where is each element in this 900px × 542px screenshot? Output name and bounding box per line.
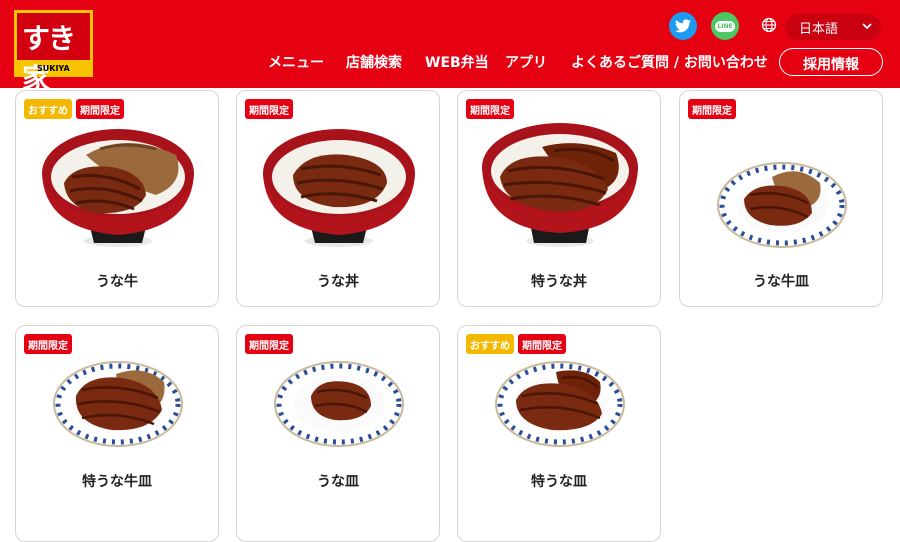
- tag-group: 期間限定: [245, 99, 293, 119]
- menu-item-name: うな牛: [96, 274, 138, 290]
- nav-web-bento[interactable]: WEB弁当: [425, 52, 489, 72]
- limited-tag: 期間限定: [245, 334, 293, 354]
- sukiya-logo[interactable]: すき家 SUKIYA: [14, 10, 93, 95]
- line-label: LINE: [715, 20, 735, 32]
- nav-faq-contact[interactable]: よくあるご質問 / お問い合わせ: [571, 52, 768, 72]
- menu-item-name: 特うな牛皿: [82, 474, 152, 490]
- logo-subtext: SUKIYA: [37, 64, 70, 73]
- menu-card[interactable]: 期間限定 うな皿: [236, 325, 440, 542]
- menu-card[interactable]: 期間限定 うな丼: [236, 90, 440, 307]
- recommend-tag: おすすめ: [466, 334, 514, 354]
- menu-card[interactable]: 期間限定 うな牛皿: [679, 90, 883, 307]
- line-icon[interactable]: LINE: [711, 12, 739, 40]
- language-value: 日本語: [799, 21, 839, 36]
- tag-group: 期間限定: [24, 334, 72, 354]
- nav-app[interactable]: アプリ: [505, 52, 547, 72]
- globe-icon: [761, 17, 777, 33]
- chevron-down-icon: [862, 23, 872, 30]
- tag-group: おすすめ 期間限定: [24, 99, 124, 119]
- menu-item-name: 特うな皿: [531, 474, 587, 490]
- menu-item-name: うな皿: [317, 474, 359, 490]
- nav-menu[interactable]: メニュー: [268, 52, 324, 72]
- menu-card[interactable]: おすすめ 期間限定 特うな皿: [457, 325, 661, 542]
- limited-tag: 期間限定: [76, 99, 124, 119]
- limited-tag: 期間限定: [518, 334, 566, 354]
- language-dropdown[interactable]: 日本語: [785, 14, 881, 40]
- limited-tag: 期間限定: [688, 99, 736, 119]
- limited-tag: 期間限定: [245, 99, 293, 119]
- tag-group: 期間限定: [245, 334, 293, 354]
- logo-text: すき家: [22, 22, 76, 95]
- limited-tag: 期間限定: [24, 334, 72, 354]
- menu-item-name: うな牛皿: [753, 274, 809, 290]
- menu-card[interactable]: おすすめ 期間限定 うな牛: [15, 90, 219, 307]
- logo-background: すき家 SUKIYA: [17, 13, 90, 95]
- menu-item-name: 特うな丼: [531, 274, 587, 290]
- limited-tag: 期間限定: [466, 99, 514, 119]
- tag-group: 期間限定: [466, 99, 514, 119]
- recruit-button[interactable]: 採用情報: [779, 48, 883, 76]
- menu-card[interactable]: 期間限定 特うな牛皿: [15, 325, 219, 542]
- language-selector[interactable]: 日本語: [752, 12, 882, 40]
- site-header: すき家 SUKIYA LINE 日本語 メニュー 店舗検索 WEB弁当 アプリ …: [0, 0, 900, 95]
- tag-group: 期間限定: [688, 99, 736, 119]
- menu-item-name: うな丼: [317, 274, 359, 290]
- twitter-icon[interactable]: [669, 12, 697, 40]
- menu-card[interactable]: 期間限定 特うな丼: [457, 90, 661, 307]
- recommend-tag: おすすめ: [24, 99, 72, 119]
- tag-group: おすすめ 期間限定: [466, 334, 566, 354]
- nav-store-search[interactable]: 店舗検索: [346, 52, 402, 72]
